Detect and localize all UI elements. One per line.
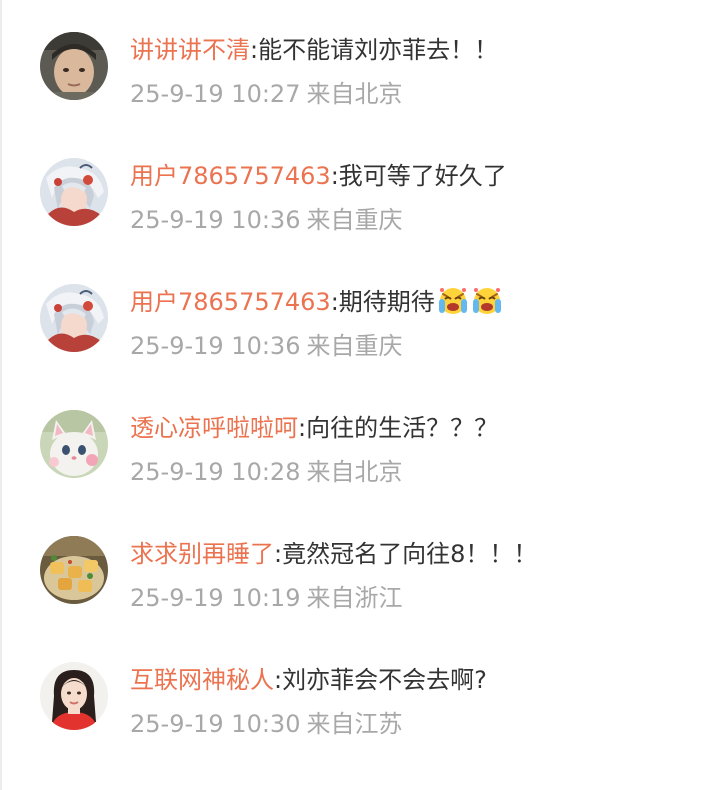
comment-meta: 25-9-19 10:19 来自浙江 (130, 584, 696, 612)
username-link[interactable]: 用户7865757463 (130, 162, 331, 190)
comment-item: 透心凉呼啦啦呵:向往的生活？？？ 25-9-19 10:28 来自北京 (0, 378, 706, 504)
separator: : (274, 666, 283, 694)
comment-time: 25-9-19 10:36 (130, 332, 301, 360)
comment-time: 25-9-19 10:36 (130, 206, 301, 234)
comment-meta: 25-9-19 10:36 来自重庆 (130, 332, 696, 360)
comment-item: 用户7865757463:期待期待 25-9-19 10:36 来自重庆 (0, 252, 706, 378)
comment-time: 25-9-19 10:19 (130, 584, 301, 612)
username-link[interactable]: 互联网神秘人 (130, 666, 274, 694)
username-link[interactable]: 用户7865757463 (130, 288, 331, 316)
separator: : (330, 162, 339, 190)
comment-item: 用户7865757463:我可等了好久了 25-9-19 10:36 来自重庆 (0, 126, 706, 252)
comment-line: 用户7865757463:我可等了好久了 (130, 158, 696, 194)
anime-girl-avatar-icon (40, 284, 108, 352)
avatar[interactable] (40, 158, 108, 226)
comment-location: 来自浙江 (306, 584, 403, 612)
comment-item: 讲讲讲不清:能不能请刘亦菲去！！ 25-9-19 10:27 来自北京 (0, 0, 706, 126)
comment-line: 互联网神秘人:刘亦菲会不会去啊? (130, 662, 696, 698)
separator: : (298, 414, 307, 442)
avatar[interactable] (40, 410, 108, 478)
username-link[interactable]: 透心凉呼啦啦呵 (130, 414, 298, 442)
separator: : (274, 540, 283, 568)
comment-line: 讲讲讲不清:能不能请刘亦菲去！！ (130, 32, 696, 68)
crying-face-emoji-icon (438, 288, 467, 314)
comment-text: 能不能请刘亦菲去！！ (258, 36, 499, 64)
comment-text: 我可等了好久了 (338, 162, 507, 190)
comment-meta: 25-9-19 10:36 来自重庆 (130, 206, 696, 234)
avatar[interactable] (40, 32, 108, 100)
comment-text: 期待期待 (338, 288, 435, 316)
comment-time: 25-9-19 10:30 (130, 710, 301, 738)
comment-time: 25-9-19 10:27 (130, 80, 301, 108)
comment-text: 刘亦菲会不会去啊? (282, 666, 487, 694)
comment-line: 求求别再睡了:竟然冠名了向往8！！！ (130, 536, 696, 572)
avatar[interactable] (40, 536, 108, 604)
comment-location: 来自北京 (306, 80, 403, 108)
comment-location: 来自北京 (306, 458, 403, 486)
avatar[interactable] (40, 284, 108, 352)
comment-line: 用户7865757463:期待期待 (130, 284, 696, 320)
anime-girl-avatar-icon (40, 158, 108, 226)
comment-line: 透心凉呼啦啦呵:向往的生活？？？ (130, 410, 696, 446)
comment-text: 竟然冠名了向往8！！！ (282, 540, 538, 568)
comment-meta: 25-9-19 10:28 来自北京 (130, 458, 696, 486)
comment-text: 向往的生活？？？ (306, 414, 499, 442)
comment-meta: 25-9-19 10:27 来自北京 (130, 80, 696, 108)
username-link[interactable]: 讲讲讲不清 (130, 36, 250, 64)
comment-location: 来自重庆 (306, 332, 403, 360)
username-link[interactable]: 求求别再睡了 (130, 540, 274, 568)
crying-face-emoji-icon (472, 288, 501, 314)
comment-time: 25-9-19 10:28 (130, 458, 301, 486)
food-avatar-icon (40, 536, 108, 604)
separator: : (330, 288, 339, 316)
comment-meta: 25-9-19 10:30 来自江苏 (130, 710, 696, 738)
comment-list: 讲讲讲不清:能不能请刘亦菲去！！ 25-9-19 10:27 来自北京 用户786… (0, 0, 706, 756)
woman-portrait-avatar-icon (40, 662, 108, 730)
comment-item: 互联网神秘人:刘亦菲会不会去啊? 25-9-19 10:30 来自江苏 (0, 630, 706, 756)
comment-item: 求求别再睡了:竟然冠名了向往8！！！ 25-9-19 10:19 来自浙江 (0, 504, 706, 630)
comment-location: 来自重庆 (306, 206, 403, 234)
comment-location: 来自江苏 (306, 710, 403, 738)
separator: : (250, 36, 259, 64)
cat-avatar-icon (40, 410, 108, 478)
child-photo-avatar-icon (40, 32, 108, 100)
avatar[interactable] (40, 662, 108, 730)
